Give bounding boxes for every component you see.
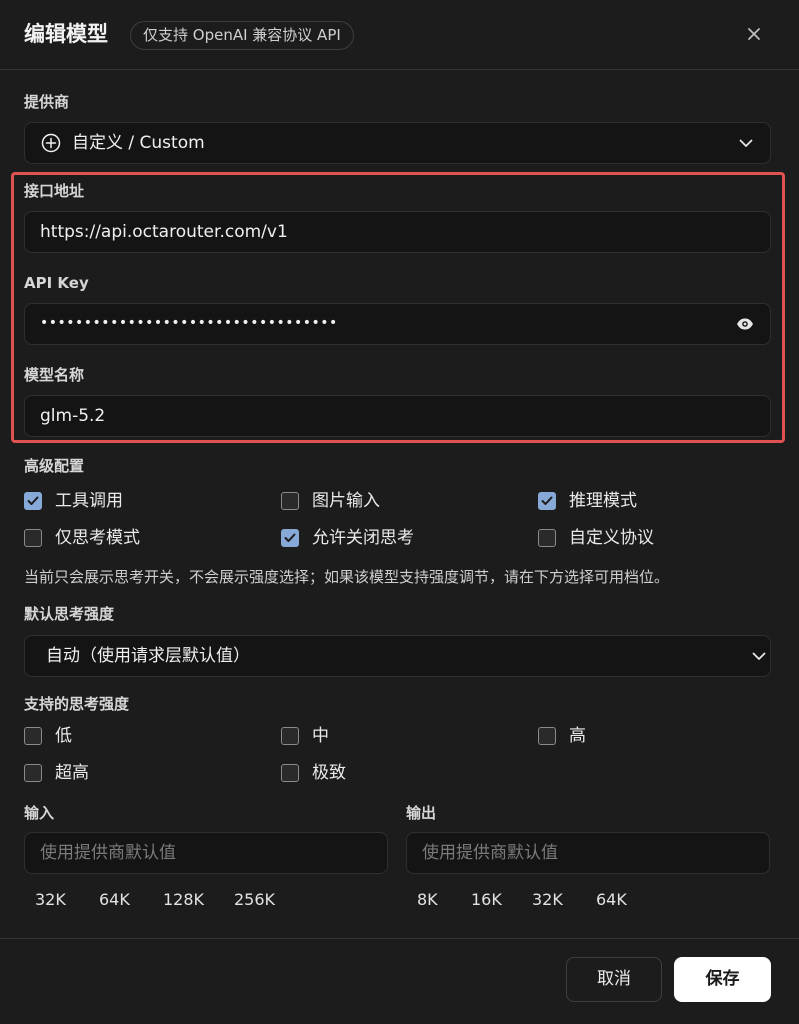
checkbox-label: 低 bbox=[55, 726, 72, 746]
checkmark-icon bbox=[541, 496, 553, 505]
default-effort-label: 默认思考强度 bbox=[24, 605, 115, 623]
checkbox-label: 推理模式 bbox=[569, 491, 637, 511]
checkbox-label: 图片输入 bbox=[312, 491, 380, 511]
dialog-title: 编辑模型 bbox=[24, 22, 108, 46]
dialog-header: 编辑模型 仅支持 OpenAI 兼容协议 API bbox=[0, 0, 799, 70]
checkbox-label: 极致 bbox=[312, 763, 346, 783]
footer-divider bbox=[0, 938, 799, 939]
checkbox-label: 允许关闭思考 bbox=[312, 528, 414, 548]
input-preset-64k[interactable]: 64K bbox=[99, 889, 130, 911]
default-effort-select[interactable]: 自动（使用请求层默认值） bbox=[24, 635, 771, 677]
endpoint-value: https://api.octarouter.com/v1 bbox=[40, 222, 288, 242]
checkbox-box bbox=[538, 492, 556, 510]
checkbox-custom-protocol[interactable]: 自定义协议 bbox=[538, 527, 654, 549]
checkbox-box bbox=[281, 727, 299, 745]
checkbox-effort-high[interactable]: 高 bbox=[538, 725, 586, 747]
checkbox-label: 自定义协议 bbox=[569, 528, 654, 548]
checkbox-box bbox=[281, 764, 299, 782]
checkbox-label: 中 bbox=[312, 726, 329, 746]
supported-effort-label: 支持的思考强度 bbox=[24, 695, 130, 713]
endpoint-label: 接口地址 bbox=[24, 182, 85, 200]
checkbox-box bbox=[538, 529, 556, 547]
output-preset-8k[interactable]: 8K bbox=[417, 889, 438, 911]
checkbox-effort-low[interactable]: 低 bbox=[24, 725, 72, 747]
checkbox-thinking-only[interactable]: 仅思考模式 bbox=[24, 527, 140, 549]
protocol-badge: 仅支持 OpenAI 兼容协议 API bbox=[130, 21, 354, 50]
endpoint-input[interactable]: https://api.octarouter.com/v1 bbox=[24, 211, 771, 253]
checkbox-label: 高 bbox=[569, 726, 586, 746]
cancel-button[interactable]: 取消 bbox=[566, 957, 662, 1002]
checkbox-box bbox=[24, 529, 42, 547]
checkmark-icon bbox=[284, 533, 296, 542]
checkbox-tool-calling[interactable]: 工具调用 bbox=[24, 490, 123, 512]
chevron-down-icon bbox=[739, 139, 753, 147]
advanced-label: 高级配置 bbox=[24, 457, 85, 475]
model-name-value: glm-5.2 bbox=[40, 406, 106, 426]
output-preset-64k[interactable]: 64K bbox=[596, 889, 627, 911]
output-preset-32k[interactable]: 32K bbox=[532, 889, 563, 911]
input-preset-128k[interactable]: 128K bbox=[163, 889, 204, 911]
chevron-down-icon bbox=[752, 652, 766, 660]
checkbox-box bbox=[24, 727, 42, 745]
checkbox-box bbox=[24, 764, 42, 782]
plus-circle-icon bbox=[41, 133, 61, 153]
close-button[interactable] bbox=[742, 22, 766, 46]
input-tokens-field[interactable]: 使用提供商默认值 bbox=[24, 832, 388, 874]
checkbox-box bbox=[24, 492, 42, 510]
input-preset-256k[interactable]: 256K bbox=[234, 889, 275, 911]
checkbox-allow-disable-thinking[interactable]: 允许关闭思考 bbox=[281, 527, 414, 549]
checkbox-box bbox=[281, 492, 299, 510]
checkbox-label: 工具调用 bbox=[55, 491, 123, 511]
input-preset-32k[interactable]: 32K bbox=[35, 889, 66, 911]
output-tokens-field[interactable]: 使用提供商默认值 bbox=[406, 832, 770, 874]
output-preset-16k[interactable]: 16K bbox=[471, 889, 502, 911]
checkbox-label: 超高 bbox=[55, 763, 89, 783]
thinking-hint-text: 当前只会展示思考开关，不会展示强度选择；如果该模型支持强度调节，请在下方选择可用… bbox=[24, 568, 670, 586]
eye-icon[interactable] bbox=[736, 317, 754, 331]
output-tokens-label: 输出 bbox=[406, 804, 437, 822]
provider-value: 自定义 / Custom bbox=[72, 133, 205, 153]
api-key-value: •••••••••••••••••••••••••••••••••• bbox=[40, 315, 338, 331]
input-tokens-label: 输入 bbox=[24, 804, 55, 822]
checkbox-effort-max[interactable]: 极致 bbox=[281, 762, 346, 784]
api-key-input[interactable]: •••••••••••••••••••••••••••••••••• bbox=[24, 303, 771, 345]
input-tokens-placeholder: 使用提供商默认值 bbox=[40, 843, 176, 863]
provider-label: 提供商 bbox=[24, 93, 70, 111]
checkmark-icon bbox=[27, 496, 39, 505]
default-effort-value: 自动（使用请求层默认值） bbox=[46, 646, 250, 666]
close-icon bbox=[748, 28, 760, 40]
model-name-input[interactable]: glm-5.2 bbox=[24, 395, 771, 437]
edit-model-dialog: 编辑模型 仅支持 OpenAI 兼容协议 API 提供商 自定义 / Custo… bbox=[0, 0, 799, 1024]
checkbox-box bbox=[281, 529, 299, 547]
checkbox-image-input[interactable]: 图片输入 bbox=[281, 490, 380, 512]
model-name-label: 模型名称 bbox=[24, 366, 85, 384]
api-key-label: API Key bbox=[24, 274, 89, 292]
checkbox-effort-medium[interactable]: 中 bbox=[281, 725, 329, 747]
provider-select[interactable]: 自定义 / Custom bbox=[24, 122, 771, 164]
checkbox-effort-xhigh[interactable]: 超高 bbox=[24, 762, 89, 784]
checkbox-reasoning-mode[interactable]: 推理模式 bbox=[538, 490, 637, 512]
checkbox-box bbox=[538, 727, 556, 745]
save-button[interactable]: 保存 bbox=[674, 957, 771, 1002]
output-tokens-placeholder: 使用提供商默认值 bbox=[422, 843, 558, 863]
checkbox-label: 仅思考模式 bbox=[55, 528, 140, 548]
